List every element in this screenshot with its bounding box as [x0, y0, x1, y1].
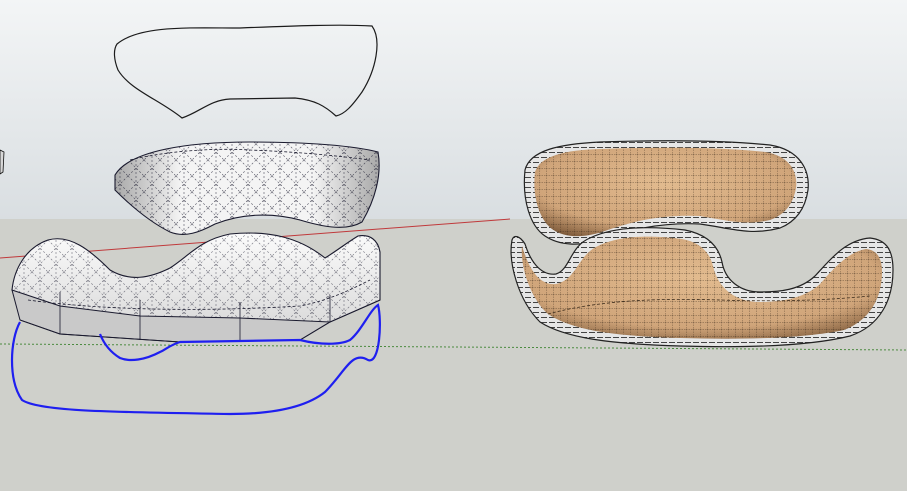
sketchup-3d-viewport[interactable] [0, 0, 907, 491]
scene-canvas[interactable] [0, 0, 907, 491]
offscreen-object-edge[interactable] [0, 149, 5, 175]
ground-plane [0, 219, 907, 491]
